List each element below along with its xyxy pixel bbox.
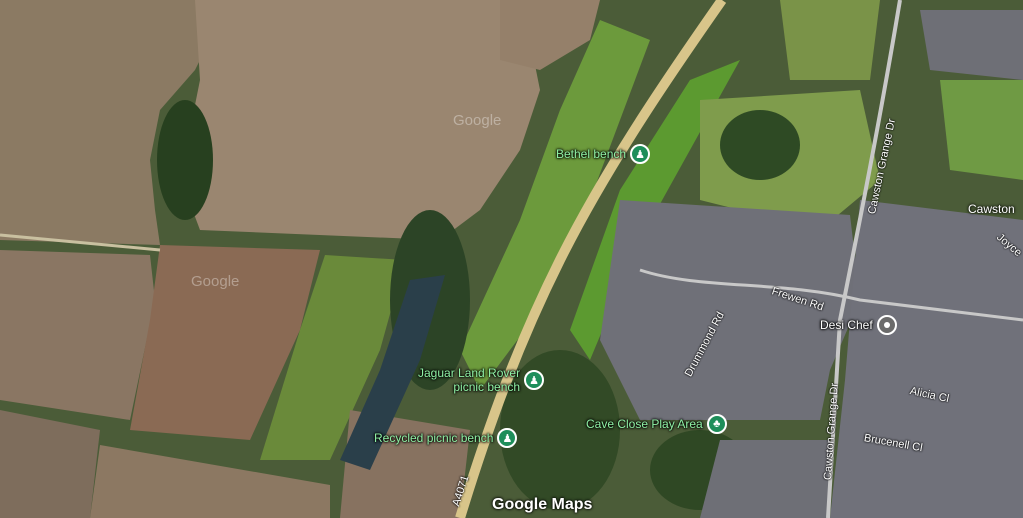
poi-bethel-bench[interactable]: Bethel bench ♟ <box>556 144 651 164</box>
poi-desi-chef[interactable]: Desi Chef <box>820 315 897 335</box>
google-maps-logo: Google Maps <box>492 496 593 513</box>
poi-recycled-picnic-bench[interactable]: Recycled picnic bench ♟ <box>374 428 518 448</box>
poi-cave-close-play-area[interactable]: Cave Close Play Area ♣ <box>586 414 727 434</box>
tree-icon: ♣ <box>706 414 727 434</box>
place-dot-icon <box>876 315 897 335</box>
poi-label: Desi Chef <box>820 318 873 332</box>
poi-label: Cave Close Play Area <box>586 417 703 431</box>
hiker-icon: ♟ <box>630 144 651 164</box>
poi-label: Jaguar Land Rover picnic bench <box>418 366 521 394</box>
poi-jlr-picnic-bench[interactable]: Jaguar Land Rover picnic bench ♟ <box>418 366 545 394</box>
place-label-cawston: Cawston <box>968 202 1015 216</box>
watermark: Google <box>453 112 502 129</box>
poi-label: Recycled picnic bench <box>374 431 494 445</box>
hiker-icon: ♟ <box>497 428 518 448</box>
hiker-icon: ♟ <box>524 370 545 390</box>
poi-label: Bethel bench <box>556 147 627 161</box>
watermark: Google <box>191 273 240 290</box>
map-view[interactable]: Google Google Bethel bench ♟ Jaguar Land… <box>0 0 1023 518</box>
